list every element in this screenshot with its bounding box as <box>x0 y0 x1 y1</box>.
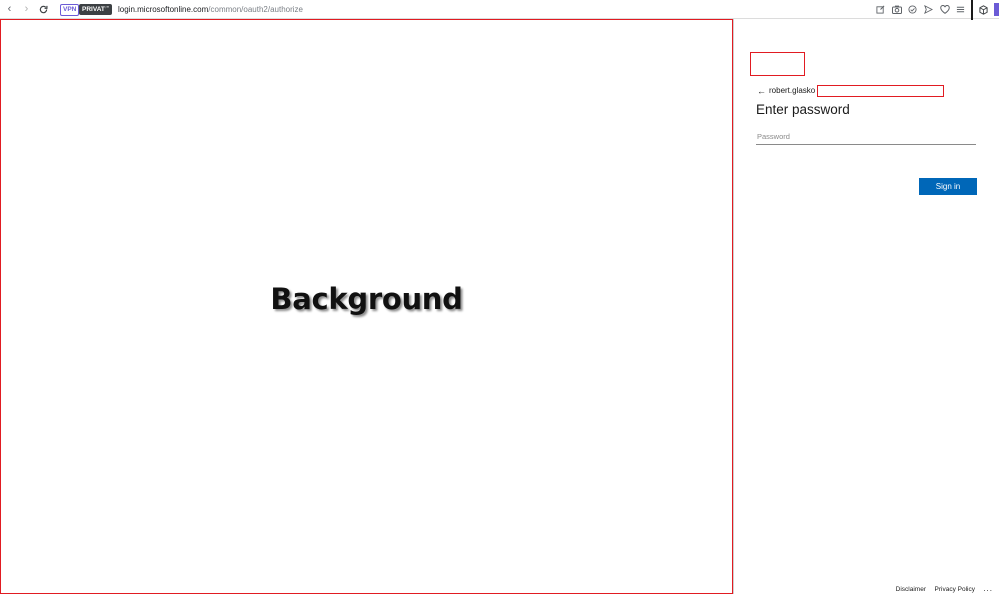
url-host: login.microsoftonline.com <box>118 5 209 14</box>
send-icon[interactable] <box>922 2 935 17</box>
sign-in-button[interactable]: Sign in <box>919 178 977 195</box>
profile-indicator[interactable] <box>994 3 999 16</box>
password-field[interactable] <box>756 128 976 145</box>
footer: Disclaimer Privacy Policy ... <box>879 584 999 594</box>
forward-icon[interactable]: › <box>19 2 34 17</box>
privacy-policy-link[interactable]: Privacy Policy <box>935 585 975 594</box>
browser-toolbar: ‹ › VPN PRIVATE login.microsoftonline.co… <box>0 0 999 20</box>
camera-icon[interactable] <box>890 2 903 17</box>
more-options-icon[interactable]: ... <box>983 584 993 593</box>
url-path: /common/oauth2/authorize <box>208 5 303 14</box>
background-panel: Background <box>0 19 733 594</box>
redaction-box <box>817 85 944 97</box>
signin-pane: ← robert.glasko Enter password Sign in <box>734 19 999 594</box>
disclaimer-link[interactable]: Disclaimer <box>896 585 926 594</box>
logo-placeholder <box>750 52 805 76</box>
edit-icon[interactable] <box>874 2 887 17</box>
identity-banner[interactable]: ← robert.glasko <box>757 85 815 97</box>
menu-icon[interactable] <box>954 2 967 17</box>
heart-icon[interactable] <box>938 2 951 17</box>
back-arrow-icon[interactable]: ← <box>757 85 769 97</box>
background-label: Background <box>270 282 463 316</box>
toolbar-separator <box>971 0 973 20</box>
check-circle-icon[interactable] <box>906 2 919 17</box>
vpn-badge[interactable]: VPN <box>60 4 80 16</box>
account-email: robert.glasko <box>769 86 816 95</box>
extension-icon[interactable] <box>977 2 990 17</box>
back-icon[interactable]: ‹ <box>2 2 17 17</box>
page-title: Enter password <box>756 102 850 117</box>
lock-icon[interactable] <box>104 4 112 14</box>
reload-icon[interactable] <box>36 2 51 17</box>
address-bar[interactable]: login.microsoftonline.com/common/oauth2/… <box>118 3 303 16</box>
